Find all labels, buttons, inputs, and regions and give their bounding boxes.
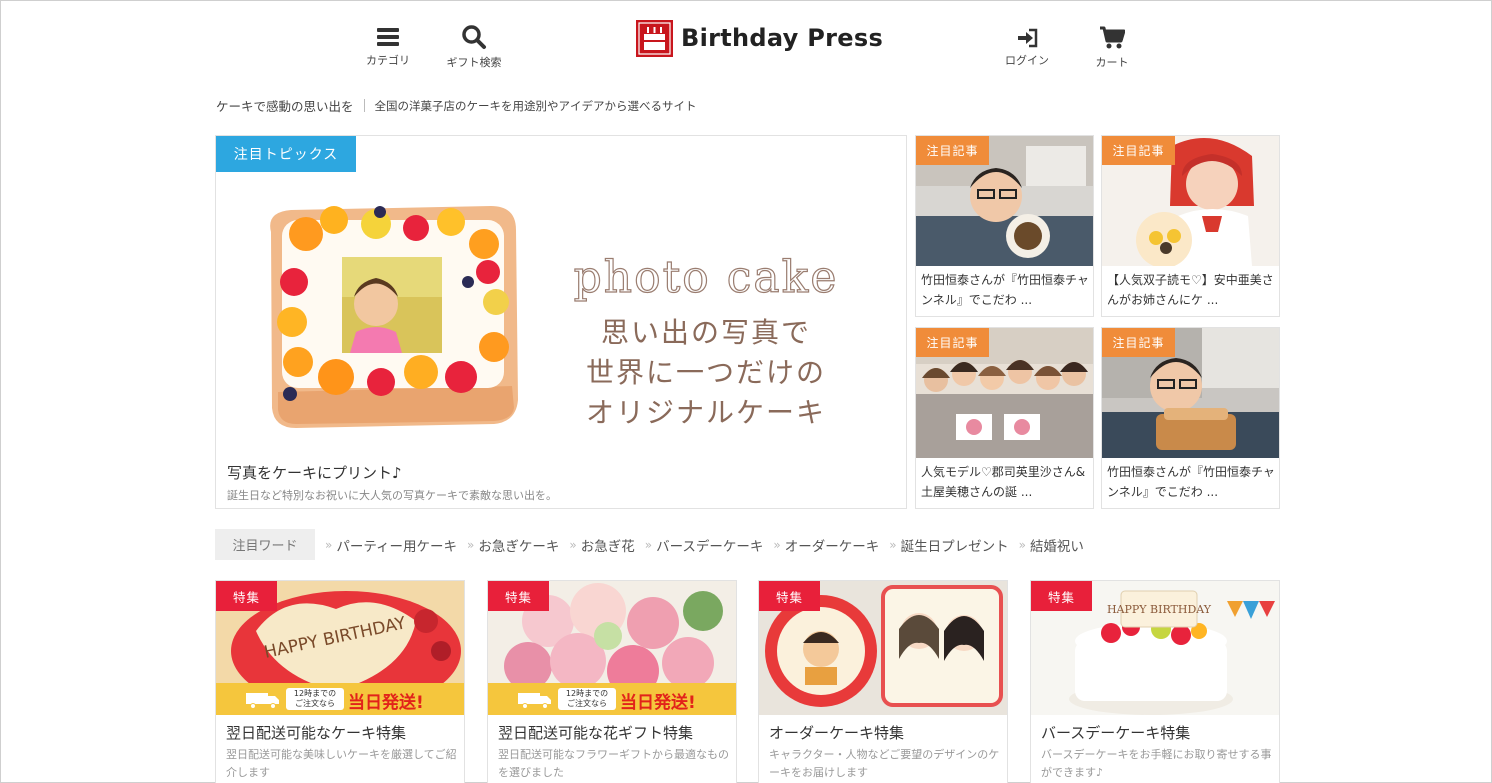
cart-icon: [1100, 26, 1125, 49]
same-day-shipping-text: 当日発送!: [348, 693, 424, 713]
photo-cake-hero-image: photo cake 思い出の写真で 世界に一つだけの オリジナルケーキ: [216, 172, 906, 452]
chevron-right-icon: »: [569, 537, 577, 552]
article-badge: 注目記事: [916, 136, 989, 165]
category-button[interactable]: カテゴリ: [358, 26, 418, 68]
keyword-link[interactable]: » お急ぎ花: [569, 535, 634, 555]
cart-button[interactable]: カート: [1082, 26, 1142, 70]
same-day-shipping-banner: 12時までの ご注文なら 当日発送!: [216, 683, 464, 715]
feature-title: 翌日配送可能なケーキ特集: [226, 724, 407, 742]
tagline-secondary: 全国の洋菓子店のケーキを用途別やアイデアから選べるサイト: [374, 98, 697, 113]
featured-description: 誕生日など特別なお祝いに大人気の写真ケーキで素敵な思い出を。: [227, 489, 557, 502]
article-title: 【人気双子読モ♡】安中亜美さんがお姉さんにケ ...: [1107, 273, 1274, 307]
keyword-link[interactable]: » お急ぎケーキ: [467, 535, 559, 555]
category-label: カテゴリ: [366, 54, 410, 67]
chevron-right-icon: »: [467, 537, 475, 552]
chevron-right-icon: »: [644, 537, 653, 552]
cart-label: カート: [1095, 56, 1129, 69]
feature-image-text: HAPPY BIRTHDAY: [1107, 603, 1212, 616]
tagline-primary: ケーキで感動の思い出を: [216, 99, 354, 114]
article-badge: 注目記事: [916, 328, 989, 357]
same-day-shipping-text: 当日発送!: [620, 693, 696, 713]
keyword-link[interactable]: » バースデーケーキ: [645, 535, 764, 555]
search-icon: [462, 25, 486, 49]
photo-cake-hero-line: 世界に一つだけの: [586, 356, 826, 389]
keyword-text: 結婚祝い: [1029, 538, 1084, 555]
site-tagline: ケーキで感動の思い出を 全国の洋菓子店のケーキを用途別やアイデアから選べるサイト: [216, 96, 697, 115]
feature-card[interactable]: HAPPY BIRTHDAY 特集 12時までの ご注文なら 当日発送! 翌日配…: [215, 580, 465, 783]
same-day-shipping-banner: 12時までの ご注文なら 当日発送!: [488, 683, 736, 715]
article-title: 人気モデル♡郡司英里沙さん&土屋美穂さんの誕 ...: [921, 465, 1086, 499]
feature-description: 翌日配送可能な美味しいケーキを厳選してご紹介します: [226, 748, 457, 779]
article-card[interactable]: 注目記事 人気モデル♡郡司英里沙さん&土屋美穂さんの誕 ...: [915, 327, 1094, 509]
truck-icon: [518, 693, 551, 709]
article-card[interactable]: 注目記事 【人気双子読モ♡】安中亜美さんがお姉さんにケ ...: [1101, 135, 1280, 317]
article-title: 竹田恒泰さんが『竹田恒泰チャンネル』でこだわ ...: [921, 273, 1089, 307]
cake-logo-icon: [636, 19, 673, 57]
truck-icon: [246, 693, 279, 709]
keyword-link[interactable]: » 結婚祝い: [1019, 535, 1084, 555]
keyword-text: 誕生日プレゼント: [900, 538, 1009, 555]
feature-card[interactable]: 特集 12時までの ご注文なら 当日発送! 翌日配送可能な花ギフト特集 翌日配送…: [487, 580, 737, 783]
keyword-text: オーダーケーキ: [784, 538, 880, 555]
chevron-right-icon: »: [773, 537, 781, 552]
featured-title: 写真をケーキにプリント♪: [227, 464, 402, 482]
feature-description: 翌日配送可能なフラワーギフトから最適なものを選びました: [498, 748, 729, 779]
feature-badge: 特集: [759, 581, 820, 611]
site-logo[interactable]: Birthday Press: [636, 19, 883, 57]
login-label: ログイン: [1005, 54, 1049, 67]
feature-card[interactable]: 特集 オーダーケーキ特集 キャラクター・人物などご要望のデザインのケーキをお届け…: [758, 580, 1008, 783]
login-button[interactable]: ログイン: [996, 28, 1058, 68]
feature-badge: 特集: [1031, 581, 1092, 611]
article-badge: 注目記事: [1102, 328, 1175, 357]
photo-cake-hero-line: オリジナルケーキ: [586, 396, 826, 429]
chevron-right-icon: »: [889, 537, 897, 552]
chevron-right-icon: »: [1018, 537, 1026, 552]
photo-cake-hero-title: photo cake: [574, 252, 839, 303]
logo-text: Birthday Press: [681, 24, 884, 52]
article-card[interactable]: 注目記事 竹田恒泰さんが『竹田恒泰チャンネル』でこだわ ...: [915, 135, 1094, 317]
article-title: 竹田恒泰さんが『竹田恒泰チャンネル』でこだわ ...: [1107, 465, 1275, 499]
trending-keywords-label: 注目ワード: [215, 529, 315, 560]
keyword-text: お急ぎ花: [580, 538, 635, 555]
keyword-link[interactable]: » パーティー用ケーキ: [325, 535, 457, 555]
tagline-divider: [363, 99, 365, 112]
feature-title: オーダーケーキ特集: [769, 724, 905, 742]
featured-topics-badge: 注目トピックス: [216, 136, 356, 172]
article-card[interactable]: 注目記事 竹田恒泰さんが『竹田恒泰チャンネル』でこだわ ...: [1101, 327, 1280, 509]
chevron-right-icon: »: [325, 537, 333, 552]
trending-keywords: 注目ワード » パーティー用ケーキ » お急ぎケーキ » お急ぎ花 » バースデーケーキ…: [215, 529, 1084, 560]
menu-icon: [377, 28, 399, 46]
feature-badge: 特集: [488, 581, 549, 611]
keyword-text: お急ぎケーキ: [478, 538, 560, 555]
keyword-text: バースデーケーキ: [656, 538, 764, 555]
featured-topic-card[interactable]: photo cake 思い出の写真で 世界に一つだけの オリジナルケーキ 注目ト…: [215, 135, 907, 509]
login-icon: [1018, 28, 1038, 48]
feature-title: バースデーケーキ特集: [1041, 724, 1191, 742]
feature-description: バースデーケーキをお手軽にお取り寄せする事ができます♪: [1041, 748, 1272, 779]
gift-search-button[interactable]: ギフト検索: [436, 24, 512, 70]
keyword-text: パーティー用ケーキ: [336, 538, 458, 555]
keyword-link[interactable]: » オーダーケーキ: [773, 535, 879, 555]
feature-card[interactable]: HAPPY BIRTHDAY 特集 バースデーケーキ特集 バースデーケーキをお手…: [1030, 580, 1280, 783]
photo-cake-hero-line: 思い出の写真で: [601, 316, 811, 349]
order-deadline-text: 12時までの ご注文なら: [558, 688, 616, 710]
keyword-link[interactable]: » 誕生日プレゼント: [889, 535, 1008, 555]
gift-search-label: ギフト検索: [446, 56, 502, 69]
feature-description: キャラクター・人物などご要望のデザインのケーキをお届けします: [769, 748, 1000, 779]
feature-title: 翌日配送可能な花ギフト特集: [498, 724, 694, 742]
order-deadline-text: 12時までの ご注文なら: [286, 688, 344, 710]
article-badge: 注目記事: [1102, 136, 1175, 165]
feature-badge: 特集: [216, 581, 277, 611]
